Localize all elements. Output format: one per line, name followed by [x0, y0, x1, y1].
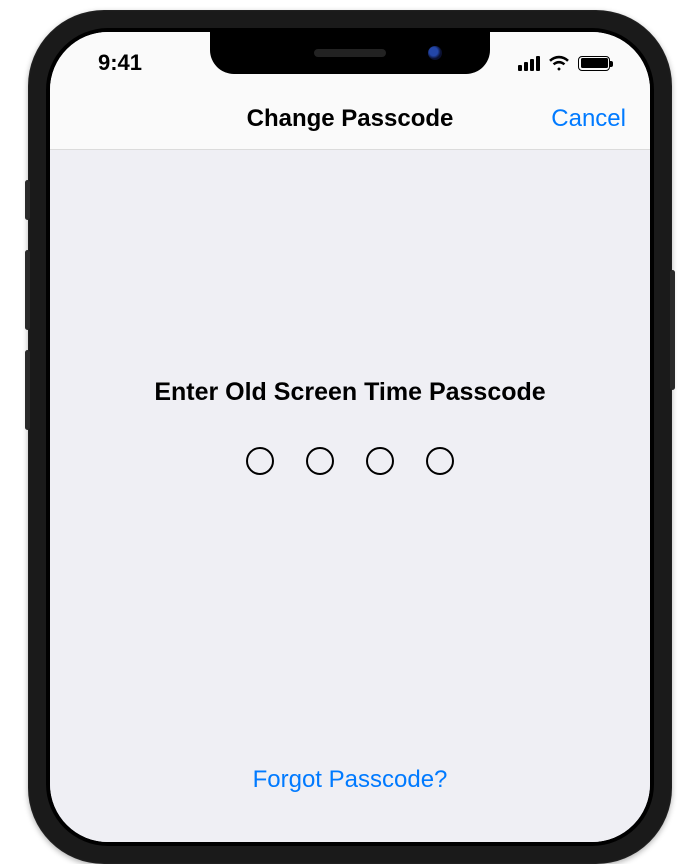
power-button — [670, 270, 675, 390]
content-area: Enter Old Screen Time Passcode Forgot Pa… — [50, 150, 650, 842]
passcode-prompt: Enter Old Screen Time Passcode — [154, 378, 545, 407]
passcode-dot — [366, 447, 394, 475]
front-camera — [428, 46, 442, 60]
forgot-passcode-link[interactable]: Forgot Passcode? — [253, 766, 448, 794]
phone-frame: 9:41 Change Passcode Cancel — [28, 10, 672, 864]
mute-switch — [25, 180, 30, 220]
passcode-dot — [306, 447, 334, 475]
status-time: 9:41 — [84, 50, 142, 76]
earpiece-speaker — [314, 49, 386, 57]
passcode-dot — [246, 447, 274, 475]
cancel-button[interactable]: Cancel — [551, 105, 626, 133]
passcode-field[interactable] — [246, 447, 454, 475]
status-indicators — [518, 55, 616, 71]
volume-up-button — [25, 250, 30, 330]
cellular-signal-icon — [518, 55, 540, 71]
wifi-icon — [548, 55, 570, 71]
passcode-dot — [426, 447, 454, 475]
battery-icon — [578, 56, 610, 71]
notch — [210, 32, 490, 74]
nav-title: Change Passcode — [247, 105, 454, 133]
volume-down-button — [25, 350, 30, 430]
screen: 9:41 Change Passcode Cancel — [50, 32, 650, 842]
navigation-bar: Change Passcode Cancel — [50, 88, 650, 150]
phone-bezel: 9:41 Change Passcode Cancel — [46, 28, 654, 846]
